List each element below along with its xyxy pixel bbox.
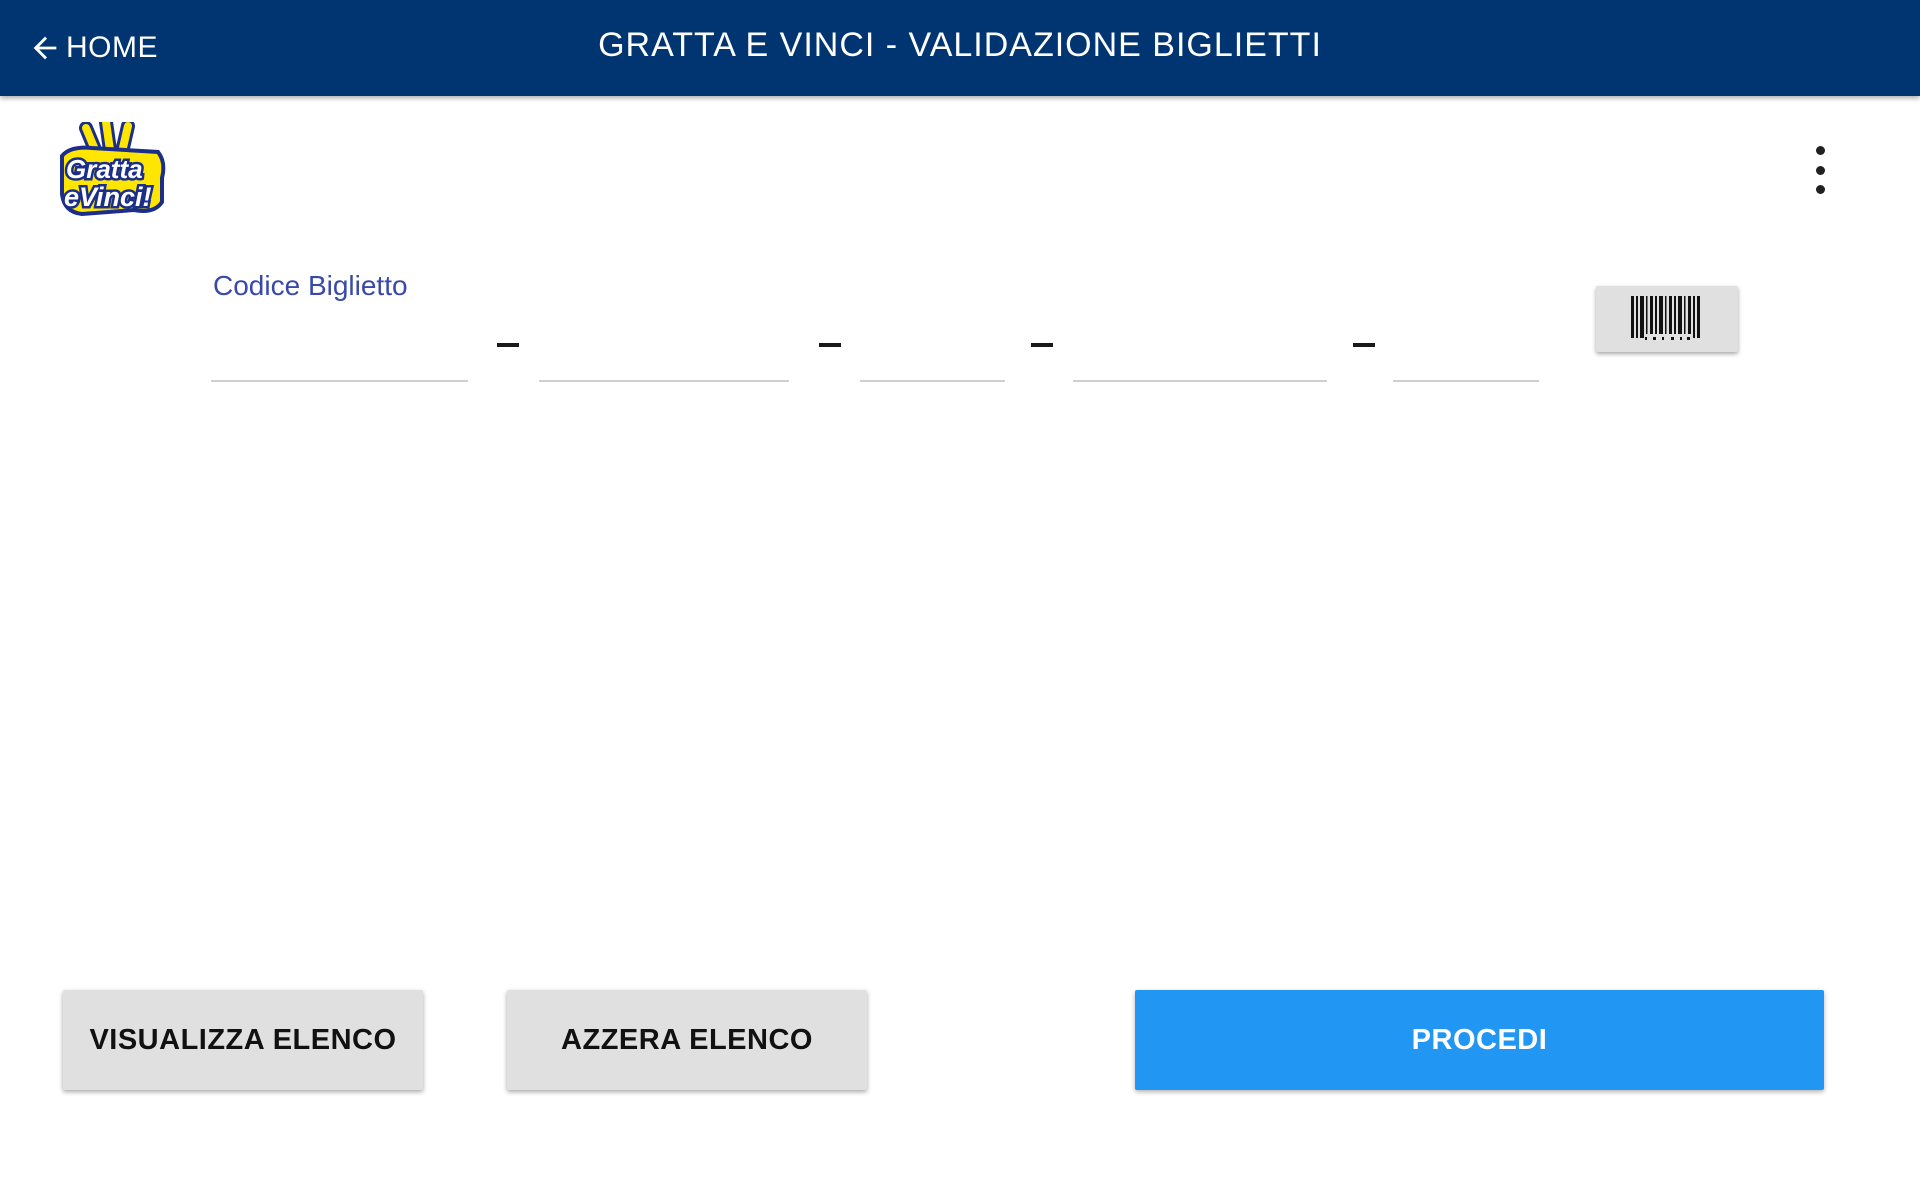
barcode-icon [1631,296,1700,340]
ticket-code-field-2[interactable] [539,320,789,382]
scan-barcode-button[interactable] [1596,286,1738,352]
ticket-code-field-3[interactable] [860,320,1005,382]
ticket-code-field-4[interactable] [1073,320,1327,382]
view-list-button[interactable]: VISUALIZZA ELENCO [63,990,423,1090]
app-bar: HOME GRATTA E VINCI - VALIDAZIONE BIGLIE… [0,0,1920,96]
ticket-code-field-5[interactable] [1393,320,1539,382]
more-vertical-icon [1815,146,1825,155]
separator-dash [1353,343,1375,347]
ticket-code-field-1[interactable] [211,320,468,382]
ticket-code-label: Codice Biglietto [213,270,408,301]
clear-list-button[interactable]: AZZERA ELENCO [507,990,867,1090]
separator-dash [1031,343,1053,347]
gratta-e-vinci-logo: Gratta eVinci! [58,115,168,218]
separator-dash [819,343,841,347]
page-title: GRATTA E VINCI - VALIDAZIONE BIGLIETTI [598,26,1322,64]
proceed-button[interactable]: PROCEDI [1135,990,1824,1090]
logo-text-line1: Gratta [66,154,143,184]
more-options-button[interactable] [1804,146,1836,194]
separator-dash [497,343,519,347]
logo-text-line2: eVinci! [64,182,152,212]
